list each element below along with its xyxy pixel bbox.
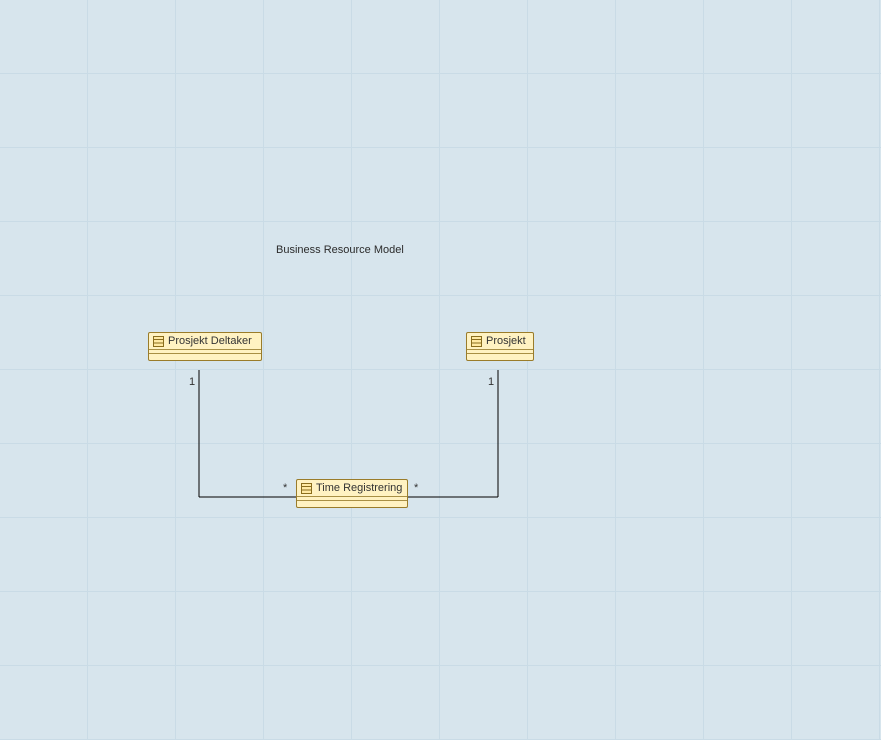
- multiplicity-prosjekt-end: 1: [488, 376, 494, 388]
- class-icon: [471, 336, 482, 347]
- multiplicity-deltaker-end: 1: [189, 376, 195, 388]
- class-name-label: Time Registrering: [316, 482, 402, 495]
- diagram-canvas[interactable]: Business Resource Model Prosjekt Deltake…: [0, 0, 881, 740]
- class-icon: [153, 336, 164, 347]
- class-name-label: Prosjekt: [486, 335, 526, 348]
- operations-compartment: [467, 354, 533, 360]
- multiplicity-time-right-end: *: [414, 482, 418, 494]
- operations-compartment: [297, 501, 407, 507]
- operations-compartment: [149, 354, 261, 360]
- class-header: Time Registrering: [297, 480, 407, 497]
- class-icon: [301, 483, 312, 494]
- connectors: [0, 0, 881, 740]
- diagram-title: Business Resource Model: [276, 244, 404, 256]
- class-header: Prosjekt Deltaker: [149, 333, 261, 350]
- class-prosjekt-deltaker[interactable]: Prosjekt Deltaker: [148, 332, 262, 361]
- grid-background: [0, 0, 881, 740]
- class-header: Prosjekt: [467, 333, 533, 350]
- multiplicity-time-left-end: *: [283, 482, 287, 494]
- class-time-registrering[interactable]: Time Registrering: [296, 479, 408, 508]
- class-name-label: Prosjekt Deltaker: [168, 335, 252, 348]
- class-prosjekt[interactable]: Prosjekt: [466, 332, 534, 361]
